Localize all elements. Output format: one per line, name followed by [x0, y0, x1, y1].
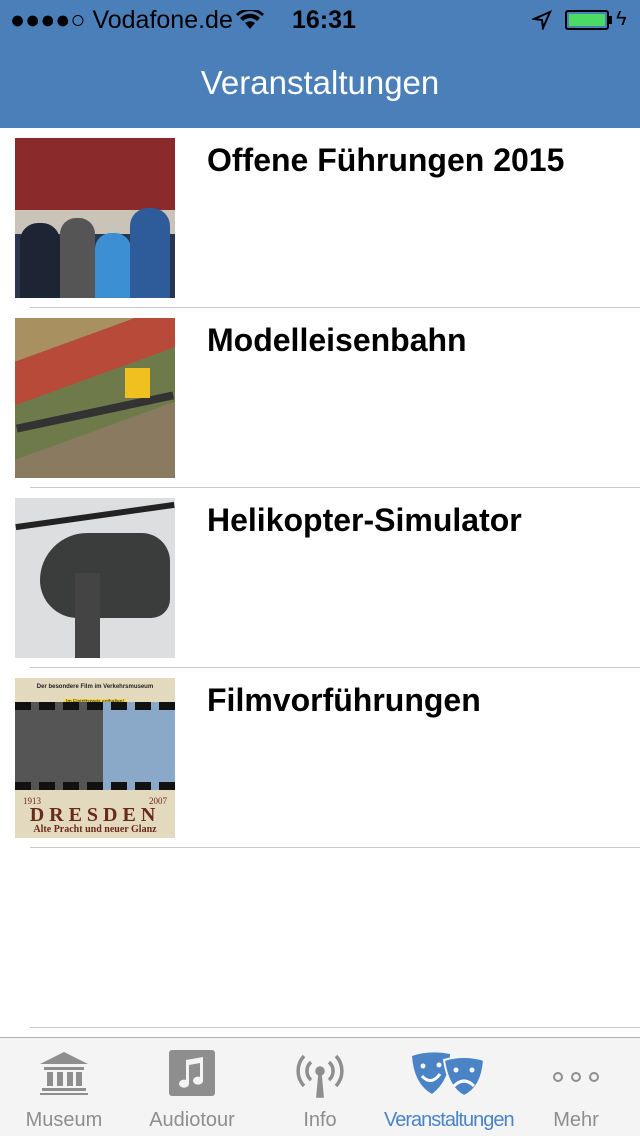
- header: ●●●●○ Vodafone.de 16:31 ϟ Veranstaltunge…: [0, 0, 640, 128]
- tab-veranstaltungen[interactable]: Veranstaltungen: [384, 1038, 515, 1136]
- film-poster: Der besondere Film im Verkehrsmuseum Im …: [15, 678, 175, 838]
- event-list: Offene Führungen 2015 Modelleisenbahn He…: [0, 128, 640, 848]
- status-bar: ●●●●○ Vodafone.de 16:31 ϟ: [0, 0, 640, 40]
- event-title: Modelleisenbahn: [207, 322, 467, 358]
- battery-icon: [565, 10, 609, 30]
- music-note-icon: [169, 1050, 215, 1096]
- event-title: Offene Führungen 2015: [207, 142, 565, 178]
- wifi-icon: [236, 10, 264, 29]
- tab-mehr[interactable]: Mehr: [512, 1038, 640, 1136]
- tab-label: Info: [303, 1109, 337, 1131]
- list-item[interactable]: Helikopter-Simulator: [0, 488, 640, 668]
- list-item[interactable]: Offene Führungen 2015: [0, 128, 640, 308]
- list-item[interactable]: Modelleisenbahn: [0, 308, 640, 488]
- helicopter-photo: [15, 498, 175, 658]
- poster-text: Der besondere Film im Verkehrsmuseum: [36, 684, 154, 690]
- battery-tip: [609, 16, 612, 24]
- museum-icon: [40, 1052, 88, 1095]
- event-title: Filmvorführungen: [207, 682, 481, 718]
- more-dots-icon: [553, 1072, 599, 1082]
- divider: [30, 1027, 640, 1028]
- list-item[interactable]: Der besondere Film im Verkehrsmuseum Im …: [0, 668, 640, 848]
- filmstrip: [15, 702, 175, 790]
- tab-label: Veranstaltungen: [384, 1109, 515, 1131]
- tab-label: Museum: [25, 1109, 103, 1131]
- model-railway-photo: [15, 318, 175, 478]
- tab-museum[interactable]: Museum: [0, 1038, 128, 1136]
- charging-icon: ϟ: [616, 8, 627, 30]
- tab-info[interactable]: Info: [256, 1038, 384, 1136]
- antenna-icon: [296, 1054, 344, 1098]
- poster-subtitle: Alte Pracht und neuer Glanz: [33, 824, 157, 835]
- page-title: Veranstaltungen: [200, 64, 440, 101]
- event-title: Helikopter-Simulator: [207, 502, 522, 538]
- location-arrow-icon: [532, 10, 552, 30]
- guided-tour-photo: [15, 138, 175, 298]
- tab-label: Audiotour: [149, 1109, 235, 1131]
- carrier: ●●●●○ Vodafone.de: [10, 6, 233, 34]
- tab-audiotour[interactable]: Audiotour: [128, 1038, 256, 1136]
- clock: 16:31: [292, 6, 356, 34]
- tab-bar: Museum Audiotour Info Veranstaltungen Me…: [0, 1037, 640, 1136]
- theater-masks-icon: [412, 1052, 486, 1098]
- divider: [30, 847, 640, 848]
- tab-label: Mehr: [553, 1109, 599, 1131]
